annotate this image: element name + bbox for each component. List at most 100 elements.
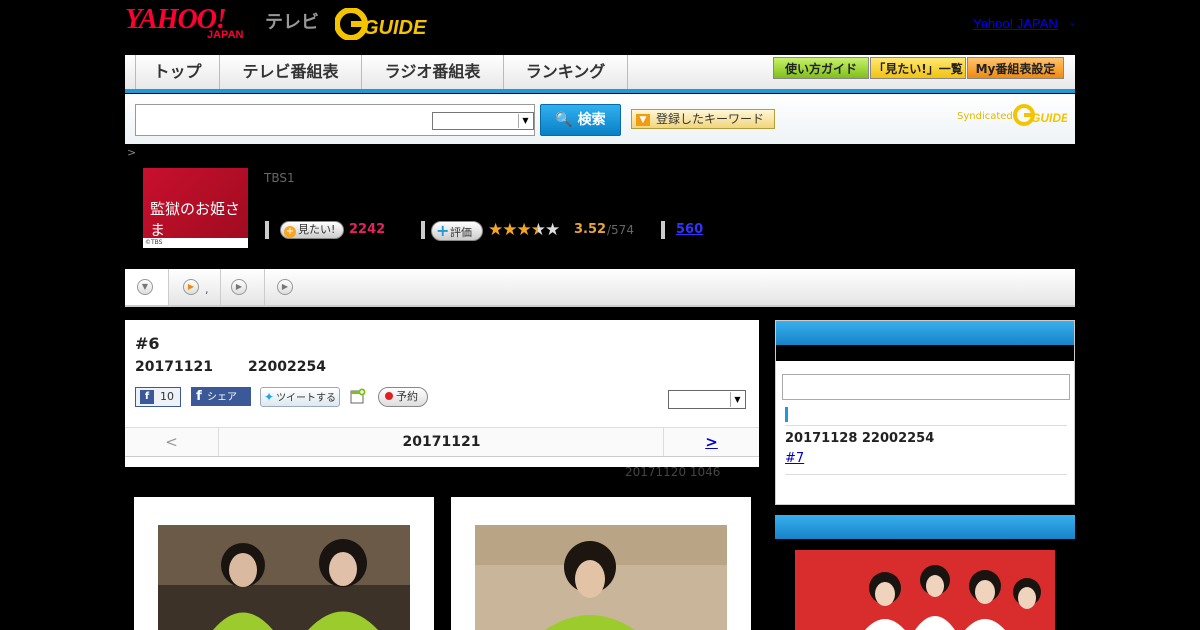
- episode-photo: [158, 525, 410, 630]
- nav-tab-ranking[interactable]: ランキング: [504, 55, 628, 89]
- tab-episodes[interactable]: ▶: [169, 269, 221, 305]
- search-icon: 🔍: [555, 112, 573, 128]
- episode-title: #6: [135, 334, 160, 353]
- rate-button[interactable]: +評価: [431, 221, 483, 241]
- program-thumbnail-credit: ©TBS: [143, 238, 248, 248]
- keyword-button-label: 登録したキーワード: [656, 112, 765, 126]
- program-thumbnail-title: 監獄のお姫さま: [150, 200, 241, 239]
- separator: [421, 221, 425, 239]
- current-episode-date: 20171121: [402, 434, 481, 450]
- play-circle-icon: ▶: [277, 279, 293, 295]
- yahoo-japan-link[interactable]: Yahoo! JAPAN: [973, 16, 1058, 31]
- main-nav: トップ テレビ番組表 ラジオ番組表 ランキング 使い方ガイド 「見たい!」一覧 …: [125, 55, 1075, 93]
- star-icon: ★: [516, 220, 532, 240]
- search-button[interactable]: 🔍 検索: [540, 104, 621, 136]
- search-area: ▼ 🔍 検索 ▼ 登録したキーワード Syndicated GUIDE: [125, 94, 1075, 144]
- sidebar-input[interactable]: [782, 374, 1070, 400]
- episode-panel: #6 20171121 22002254 f 10 f シェア ✦ ツイートする 予約…: [125, 320, 759, 467]
- twitter-bird-icon: ✦: [264, 390, 275, 404]
- episode-time: 22002254: [248, 359, 326, 375]
- facebook-like-count[interactable]: f 10: [135, 387, 181, 407]
- sidebar-header: [776, 321, 1074, 345]
- svg-text:GUIDE: GUIDE: [363, 17, 427, 39]
- usage-guide-button[interactable]: 使い方ガイド: [773, 57, 869, 79]
- sidebar-section-marker: [785, 407, 788, 422]
- play-circle-icon: ▶: [231, 279, 247, 295]
- chevron-down-circle-icon: ▼: [137, 279, 153, 295]
- star-icon: ★: [502, 220, 517, 240]
- dropdown-triangle-icon: ▼: [636, 113, 650, 126]
- facebook-icon: f: [140, 390, 154, 404]
- review-count-link[interactable]: 560: [676, 222, 703, 237]
- episode-photo: [475, 525, 727, 630]
- next-episode-link[interactable]: >: [663, 428, 759, 456]
- facebook-icon: f: [196, 389, 202, 404]
- facebook-count-value: 10: [160, 390, 174, 403]
- mitai-button[interactable]: + 見たい!: [280, 221, 344, 239]
- tab-reviews[interactable]: ▶: [221, 269, 265, 305]
- top-link-suffix: .: [1070, 14, 1075, 29]
- sidebar-header: [775, 515, 1075, 539]
- plus-icon: +: [284, 226, 296, 238]
- divider: [785, 425, 1067, 426]
- gguide-logo[interactable]: GUIDE: [335, 8, 433, 40]
- mitai-count: 2242: [349, 222, 386, 237]
- episode-photo-card[interactable]: [134, 497, 434, 630]
- tab-program-info[interactable]: ▼: [125, 269, 169, 305]
- star-empty-icon: ★: [545, 220, 560, 240]
- separator: [661, 221, 665, 239]
- chevron-down-icon: ▼: [518, 114, 532, 128]
- yahoo-japan-logo-text: JAPAN: [207, 29, 244, 41]
- rating-count: /574: [607, 223, 634, 237]
- page: YAHOO! JAPAN テレビ GUIDE Yahoo! JAPAN . トッ…: [0, 0, 1200, 630]
- program-poster-image[interactable]: [795, 550, 1055, 630]
- syndicated-label: Syndicated: [957, 111, 1013, 122]
- tab-label-dot: ,: [205, 283, 209, 296]
- next-episode-link[interactable]: #7: [785, 451, 804, 466]
- program-poster-box: [775, 515, 1075, 630]
- program-thumbnail[interactable]: 監獄のお姫さま ©TBS: [143, 168, 248, 248]
- breadcrumb: >: [127, 146, 137, 159]
- rating-stars: ★★★★★: [488, 220, 560, 240]
- plus-icon: +: [436, 221, 450, 240]
- tab-related[interactable]: ▶: [265, 269, 309, 305]
- rating-value: 3.52: [574, 222, 607, 237]
- nav-tab-tv-schedule[interactable]: テレビ番組表: [220, 55, 362, 89]
- chevron-down-icon: ▼: [730, 392, 744, 407]
- play-circle-icon: ▶: [183, 279, 199, 295]
- record-dot-icon: [385, 392, 393, 400]
- channel-name: TBS1: [264, 171, 295, 185]
- tv-logo-text[interactable]: テレビ: [265, 8, 319, 34]
- episode-photo-card[interactable]: [451, 497, 751, 630]
- registered-keyword-button[interactable]: ▼ 登録したキーワード: [631, 109, 775, 129]
- next-broadcast-box: 20171128 22002254 #7: [775, 320, 1075, 505]
- nav-tab-top[interactable]: トップ: [135, 55, 220, 89]
- prev-episode-button[interactable]: <: [125, 428, 219, 456]
- facebook-share-label: シェア: [207, 392, 237, 403]
- nav-tab-radio-schedule[interactable]: ラジオ番組表: [362, 55, 504, 89]
- next-broadcast-date: 20171128 22002254: [785, 431, 935, 446]
- svg-text:GUIDE: GUIDE: [1031, 111, 1067, 125]
- facebook-share-button[interactable]: f シェア: [191, 387, 251, 406]
- divider: [785, 474, 1067, 475]
- episode-select[interactable]: ▼: [668, 390, 746, 409]
- update-timestamp: 20171120 1046: [625, 465, 721, 479]
- separator: [265, 221, 269, 239]
- my-schedule-settings-button[interactable]: My番組表設定: [967, 57, 1064, 79]
- episode-nav: < 20171121 >: [125, 427, 759, 457]
- record-button-label: 予約: [396, 390, 418, 403]
- program-tabbar: ▼ ▶ ▶ ▶: [125, 269, 1075, 307]
- star-icon: ★: [488, 220, 503, 240]
- episode-date: 20171121: [135, 359, 213, 375]
- add-to-calendar-icon[interactable]: [350, 388, 366, 404]
- rate-button-label: 評価: [450, 226, 472, 239]
- mitai-button-label: 見たい!: [298, 223, 336, 236]
- sidebar-subheader: [776, 345, 1074, 361]
- mitai-list-button[interactable]: 「見たい!」一覧: [870, 57, 966, 79]
- star-half-icon: ★: [530, 220, 546, 240]
- tweet-button[interactable]: ✦ ツイートする: [260, 387, 340, 407]
- search-category-select[interactable]: ▼: [432, 112, 534, 130]
- syndicated-gguide-logo: GUIDE: [1013, 104, 1067, 126]
- tweet-button-label: ツイートする: [276, 393, 337, 404]
- record-button[interactable]: 予約: [378, 387, 428, 407]
